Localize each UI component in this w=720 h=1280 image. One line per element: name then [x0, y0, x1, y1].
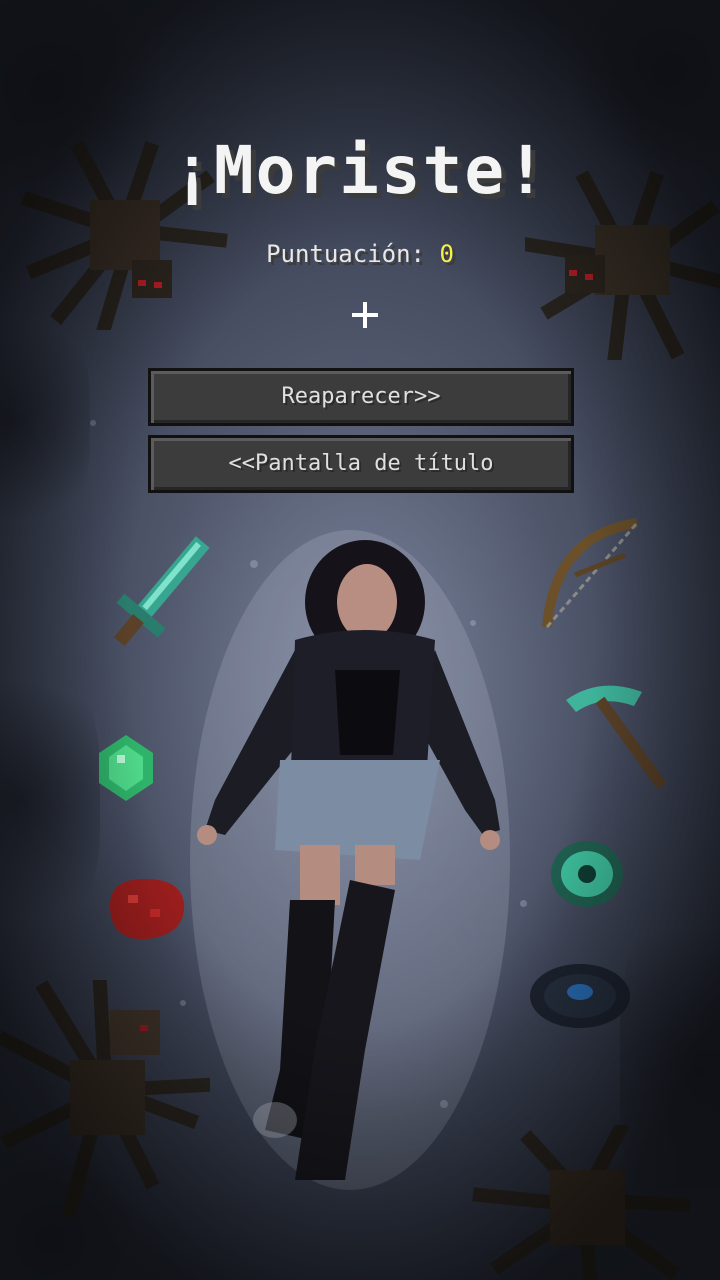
respawn-button[interactable]: Reaparecer>> — [148, 368, 574, 426]
title-screen-button[interactable]: <<Pantalla de título — [148, 435, 574, 493]
score-label: Puntuación: — [266, 240, 426, 268]
death-title: ¡Moriste! — [172, 132, 548, 209]
crosshair-icon — [352, 302, 378, 328]
score-value: 0 — [439, 240, 454, 268]
score-line: Puntuación: 0 — [0, 240, 720, 268]
